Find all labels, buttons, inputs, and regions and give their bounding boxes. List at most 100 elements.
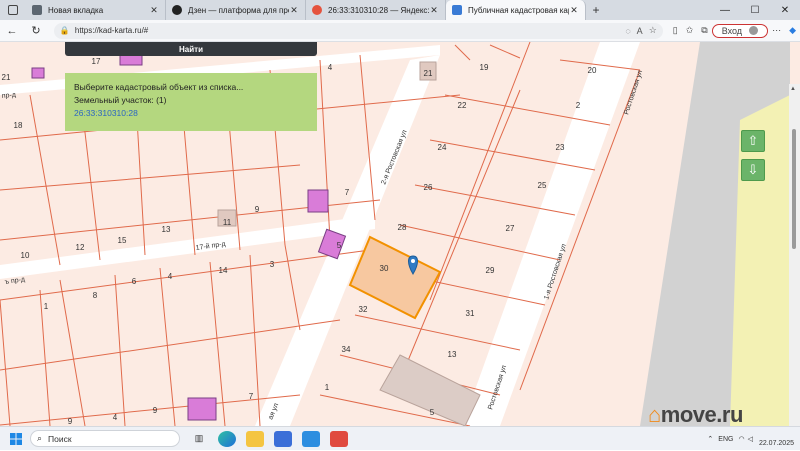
back-icon[interactable]: ← — [0, 25, 24, 37]
plot-number: 27 — [506, 224, 515, 233]
taskbar-search-input[interactable]: ⌕ Поиск — [30, 430, 180, 447]
reload-icon[interactable]: ↻ — [24, 24, 48, 37]
plot-number: 25 — [538, 181, 547, 190]
tab-title: 26:33:310310:28 — Яндекс: наш — [328, 5, 429, 15]
file-explorer-icon[interactable] — [246, 430, 264, 447]
avatar — [749, 26, 759, 35]
plot-number: 1 — [44, 302, 49, 311]
login-label: Вход — [721, 25, 743, 36]
address-bar[interactable]: 🔒 https://kad-karta.ru/# ◌ A ☆ — [53, 22, 663, 39]
maximize-icon[interactable]: ☐ — [740, 0, 770, 20]
plot-number: 14 — [219, 266, 228, 275]
lang-indicator[interactable]: ENG — [718, 436, 733, 443]
plot-number: 4 — [168, 272, 173, 281]
tab-favicon-icon — [32, 5, 42, 15]
close-tab-icon[interactable]: ✕ — [149, 5, 159, 16]
browser-tools: ▯ ✩ ⧉ Вход ⋯ ◆ — [669, 23, 800, 38]
cadastral-number-link[interactable]: 26:33:310310:28 — [74, 107, 308, 120]
tracking-prevention-icon[interactable]: ◌ — [625, 26, 630, 36]
gift-app-icon[interactable] — [330, 430, 348, 447]
favorite-star-icon[interactable]: ☆ — [649, 25, 657, 36]
tab-favicon-icon — [312, 5, 322, 15]
mail-icon[interactable] — [302, 430, 320, 447]
close-tab-icon[interactable]: ✕ — [569, 5, 579, 16]
login-button[interactable]: Вход — [711, 23, 769, 38]
new-tab-button[interactable]: + — [586, 0, 606, 20]
plot-number: 3 — [270, 260, 275, 269]
split-screen-icon[interactable]: ▯ — [673, 25, 678, 36]
plot-number: 20 — [588, 66, 597, 75]
favorites-icon[interactable]: ✩ — [686, 25, 694, 36]
plot-number: 9 — [255, 205, 260, 214]
tab-favicon-icon — [172, 5, 182, 15]
window-controls: — ☐ ✕ — [710, 0, 800, 20]
scrollbar-thumb[interactable] — [792, 129, 796, 249]
tab-yandex[interactable]: 26:33:310310:28 — Яндекс: наш ✕ — [306, 0, 446, 20]
plot-number: 29 — [486, 266, 495, 275]
task-view-icon[interactable]: ▥ — [190, 431, 208, 447]
tab-title: Новая вкладка — [48, 5, 104, 15]
plot-number: 17 — [92, 57, 101, 66]
volume-icon[interactable]: ◁ — [748, 435, 753, 443]
plot-number: 21 — [2, 73, 11, 82]
land-plot-count: Земельный участок: (1) — [74, 95, 167, 105]
url-text: https://kad-karta.ru/# — [74, 26, 149, 35]
plot-number: 13 — [448, 350, 457, 359]
tab-cadastral-map[interactable]: Публичная кадастровая карта Р ✕ — [446, 0, 586, 20]
search-result-panel: Выберите кадастровый объект из списка...… — [65, 73, 317, 131]
plot-number: 4 — [328, 63, 333, 72]
search-icon: ⌕ — [37, 433, 43, 443]
plot-number: 18 — [14, 121, 23, 130]
tab-title: Дзен — платформа для просмо — [188, 5, 289, 15]
find-button[interactable]: Найти — [65, 42, 317, 56]
edge-browser-icon[interactable] — [218, 430, 236, 447]
plot-number: 13 — [162, 225, 171, 234]
tab-new[interactable]: Новая вкладка ✕ — [26, 0, 166, 20]
layer-up-button[interactable]: ⇧ — [741, 130, 765, 152]
plot-number: 30 — [380, 264, 389, 273]
store-icon[interactable] — [274, 430, 292, 447]
tab-actions-button[interactable] — [0, 0, 26, 20]
close-tab-icon[interactable]: ✕ — [289, 5, 299, 16]
road-17-proezd — [0, 215, 375, 279]
plot-number: 26 — [424, 183, 433, 192]
time-text — [759, 430, 794, 439]
plot-number: 7 — [249, 392, 254, 401]
plot-number: 12 — [76, 243, 85, 252]
plot-number: 10 — [21, 251, 30, 260]
tab-favicon-icon — [452, 5, 462, 15]
more-menu-icon[interactable]: ⋯ — [772, 25, 781, 36]
copilot-icon[interactable]: ◆ — [789, 25, 796, 36]
map-scrollbar[interactable]: ▲ ▼ — [789, 84, 800, 426]
date-text: 22.07.2025 — [758, 440, 794, 447]
collections-icon[interactable]: ⧉ — [701, 25, 707, 36]
windows-taskbar: ⌕ Поиск ▥ ⌃ ENG ◠ ◁ 22.07.2025 — [0, 426, 800, 450]
scroll-up-icon[interactable]: ▲ — [790, 86, 796, 92]
tray-chevron-icon[interactable]: ⌃ — [707, 435, 713, 443]
plot-number: 34 — [342, 345, 351, 354]
tab-strip: Новая вкладка ✕ Дзен — платформа для про… — [0, 0, 800, 20]
minimize-icon[interactable]: — — [710, 0, 740, 20]
plot-number: 21 — [424, 69, 433, 78]
windows-start-icon[interactable] — [6, 429, 26, 449]
lock-icon[interactable]: 🔒 — [60, 26, 70, 35]
plot-number: 31 — [466, 309, 475, 318]
plot-number: 11 — [223, 218, 232, 227]
plot-number: 15 — [118, 236, 127, 245]
plot-number: 24 — [438, 143, 447, 152]
select-prompt: Выберите кадастровый объект из списка... — [74, 82, 244, 92]
tab-dzen[interactable]: Дзен — платформа для просмо ✕ — [166, 0, 306, 20]
close-window-icon[interactable]: ✕ — [770, 0, 800, 20]
layer-down-button[interactable]: ⇩ — [741, 159, 765, 181]
house-icon: ⌂ — [648, 402, 661, 427]
read-aloud-icon[interactable]: A — [637, 26, 643, 36]
plot-number: 6 — [132, 277, 137, 286]
plot-number: 32 — [359, 305, 368, 314]
close-tab-icon[interactable]: ✕ — [429, 5, 439, 16]
arrow-down-icon: ⇩ — [747, 162, 759, 177]
wifi-icon[interactable]: ◠ — [738, 435, 744, 443]
clock[interactable]: 22.07.2025 — [759, 430, 794, 448]
plot-number: 5 — [337, 241, 342, 250]
plot-number: 1 — [325, 383, 330, 392]
plot-number: 28 — [398, 223, 407, 232]
